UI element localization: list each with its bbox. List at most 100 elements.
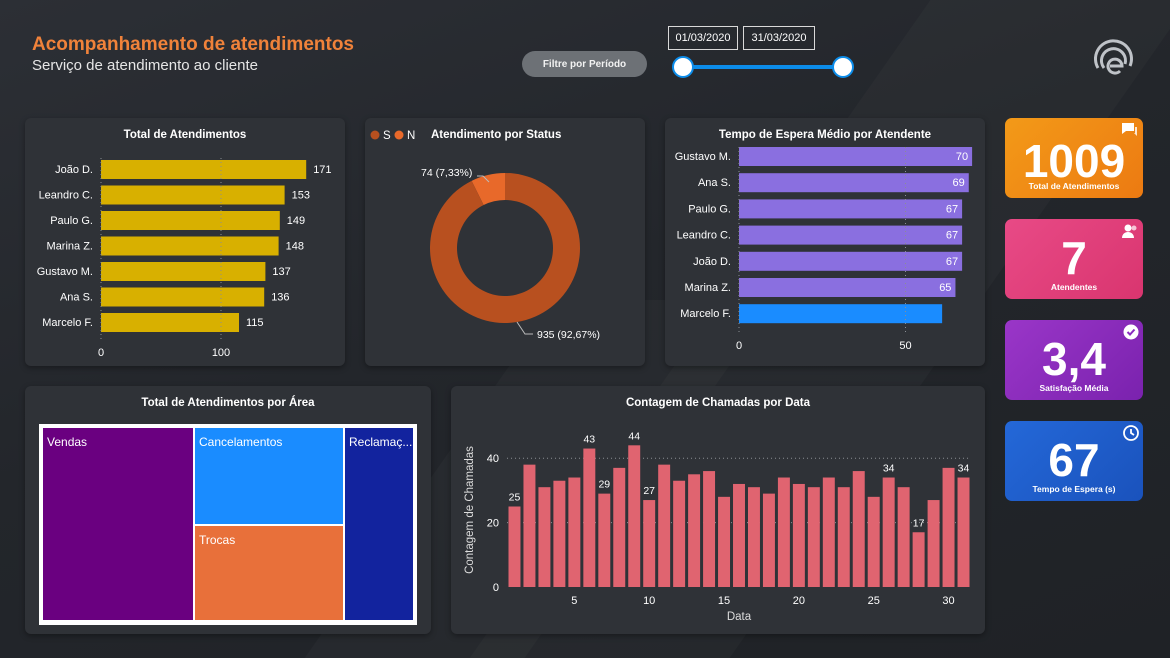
chart-title: Atendimento por Status xyxy=(431,129,562,141)
bar xyxy=(882,477,895,587)
bar xyxy=(739,173,969,193)
treemap-cell-vendas[interactable]: Vendas xyxy=(43,428,193,620)
panel-tempo-espera: Tempo de Espera Médio por Atendente Gust… xyxy=(665,118,985,366)
axis-tick-label: 10 xyxy=(643,595,655,607)
bar-category-label: Paulo G. xyxy=(688,203,731,215)
bar xyxy=(912,532,925,587)
bar-data-label: 153 xyxy=(292,190,310,202)
bar-category-label: João D. xyxy=(55,164,93,176)
bar xyxy=(739,278,956,297)
bar-chart-atendimentos: João D. 171 Leandro C. 153 Paulo G. 149 Marina… xyxy=(37,158,332,359)
bar xyxy=(867,496,880,587)
bar-category-label: Gustavo M. xyxy=(37,266,93,278)
bar xyxy=(703,471,716,587)
bar xyxy=(101,236,279,256)
axis-tick-label: 30 xyxy=(942,595,954,607)
bar xyxy=(837,487,850,587)
bar xyxy=(957,477,970,587)
bar xyxy=(739,199,963,219)
axis-tick-label: 20 xyxy=(487,518,499,530)
treemap-cell-reclamacoes[interactable]: Reclamaç... xyxy=(345,428,413,620)
axis-tick-label: 5 xyxy=(571,595,577,607)
leader-line xyxy=(516,321,533,335)
bar-data-label: 148 xyxy=(286,241,304,253)
axis-tick-label: 50 xyxy=(899,340,911,352)
bar xyxy=(807,487,820,587)
date-slider-track[interactable] xyxy=(683,65,843,69)
treemap-cell-cancelamentos[interactable]: Cancelamentos xyxy=(195,428,343,524)
bar-data-label: 67 xyxy=(946,256,958,268)
bar-category-label: Gustavo M. xyxy=(675,151,731,163)
bar-data-label: 43 xyxy=(583,434,595,446)
bar xyxy=(523,464,536,587)
bar xyxy=(101,287,265,307)
bar-data-label: 171 xyxy=(313,164,331,176)
panel-area: Total de Atendimentos por Área Vendas Ca… xyxy=(25,386,431,634)
bar-data-label: 65 xyxy=(939,282,951,294)
legend-label: S xyxy=(383,130,391,142)
bar-data-label: 27 xyxy=(643,485,655,497)
bar-category-label: Marina Z. xyxy=(685,282,731,294)
bar xyxy=(101,313,239,332)
bar-category-label: Marcelo F. xyxy=(680,308,731,320)
bar xyxy=(927,500,940,587)
bar xyxy=(822,477,835,587)
bar-data-label: 137 xyxy=(272,266,290,278)
bar xyxy=(658,464,671,587)
bar xyxy=(101,211,280,230)
bar-category-label: Leandro C. xyxy=(677,230,731,242)
bar xyxy=(598,493,611,587)
axis-tick-label: 100 xyxy=(212,347,230,359)
bar-category-label: Ana S. xyxy=(60,292,93,304)
axis-tick-label: 25 xyxy=(868,595,880,607)
date-slider-start-handle[interactable] xyxy=(672,56,694,78)
bar xyxy=(762,493,775,587)
kpi-tempo-espera: 67 Tempo de Espera (s) xyxy=(1005,421,1143,501)
axis-tick-label: 40 xyxy=(487,453,499,465)
bar-category-label: Marina Z. xyxy=(47,241,93,253)
bar xyxy=(897,487,910,587)
axis-tick-label: 0 xyxy=(493,582,499,594)
bar-category-label: Ana S. xyxy=(698,177,731,189)
bar-data-label: 149 xyxy=(287,215,305,227)
bar xyxy=(733,483,745,587)
legend-label: N xyxy=(407,130,415,142)
donut-chart-status: S N 74 (7,33%) 935 (92,67%) xyxy=(370,130,600,341)
bar xyxy=(538,487,551,587)
date-start-input[interactable]: 01/03/2020 xyxy=(668,26,738,50)
bar xyxy=(553,480,566,587)
bar xyxy=(101,185,285,205)
bar xyxy=(739,225,963,245)
column-chart-chamadas: 0 20 40 25 43 29 44 27 34 17 34 5 10 15 20 25 30 Data Cont… xyxy=(464,430,971,623)
bar-category-label: Marcelo F. xyxy=(42,317,93,329)
kpi-value: 3,4 xyxy=(1042,333,1106,385)
legend-marker xyxy=(370,130,380,140)
bar-category-label: Paulo G. xyxy=(50,215,93,227)
bar-data-label: 70 xyxy=(956,151,968,163)
bar xyxy=(673,480,686,587)
page-subtitle: Serviço de atendimento ao cliente xyxy=(32,57,258,74)
y-axis-title: Contagem de Chamadas xyxy=(464,446,476,574)
bar xyxy=(739,147,973,166)
bar-data-label: 44 xyxy=(628,430,640,442)
panel-total-atendimentos: Total de Atendimentos João D. 171 Leandro … xyxy=(25,118,345,366)
bar xyxy=(101,160,307,179)
period-filter-button[interactable]: Filtre por Período xyxy=(522,51,647,77)
bar-data-label: 67 xyxy=(946,230,958,242)
bar xyxy=(739,304,943,324)
date-end-input[interactable]: 31/03/2020 xyxy=(743,26,815,50)
kpi-satisfacao: 3,4 Satisfação Média xyxy=(1005,320,1143,400)
treemap-cell-trocas[interactable]: Trocas xyxy=(195,526,343,620)
bar xyxy=(739,251,963,271)
kpi-value: 67 xyxy=(1048,434,1100,486)
bar xyxy=(643,500,656,587)
kpi-value: 1009 xyxy=(1022,135,1126,187)
bar xyxy=(628,445,641,587)
bar-data-label: 115 xyxy=(246,317,264,329)
kpi-atendentes: 7 Atendentes xyxy=(1005,219,1143,299)
bar xyxy=(718,496,731,587)
bar-data-label: 136 xyxy=(271,292,289,304)
date-slider-end-handle[interactable] xyxy=(832,56,854,78)
bar-data-label: 17 xyxy=(913,517,925,529)
panel-chamadas: Contagem de Chamadas por Data 0 20 40 25 43 2… xyxy=(451,386,985,634)
